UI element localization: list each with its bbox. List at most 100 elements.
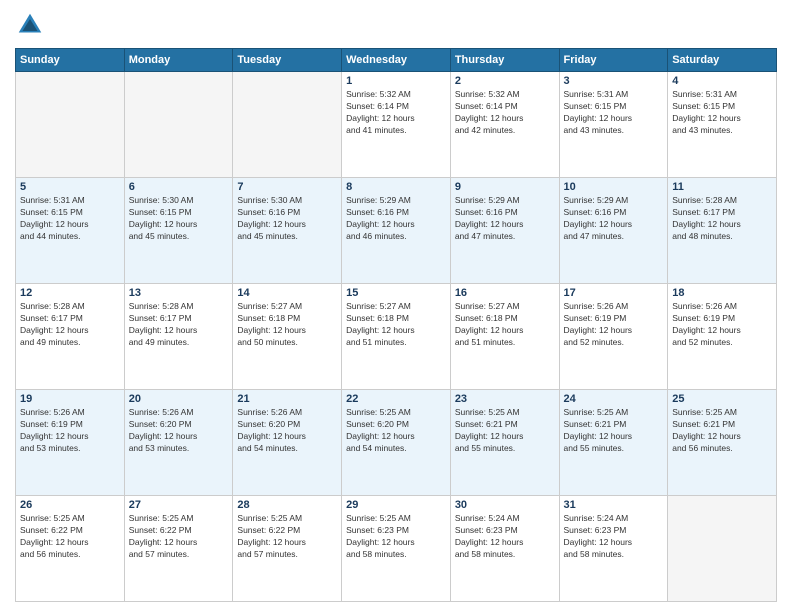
calendar-cell: 22Sunrise: 5:25 AM Sunset: 6:20 PM Dayli… <box>342 390 451 496</box>
day-info: Sunrise: 5:25 AM Sunset: 6:22 PM Dayligh… <box>237 513 337 561</box>
calendar-cell: 3Sunrise: 5:31 AM Sunset: 6:15 PM Daylig… <box>559 72 668 178</box>
calendar-cell <box>124 72 233 178</box>
calendar-week-1: 1Sunrise: 5:32 AM Sunset: 6:14 PM Daylig… <box>16 72 777 178</box>
logo-icon <box>15 10 45 40</box>
calendar-cell: 26Sunrise: 5:25 AM Sunset: 6:22 PM Dayli… <box>16 496 125 602</box>
calendar-cell: 23Sunrise: 5:25 AM Sunset: 6:21 PM Dayli… <box>450 390 559 496</box>
calendar-cell: 19 Sunrise: 5:26 AM Sunset: 6:19 PM Dayli… <box>16 390 125 496</box>
day-number: 16 <box>455 287 555 299</box>
calendar-cell: 11 Sunrise: 5:28 AM Sunset: 6:17 PM Dayli… <box>668 178 777 284</box>
day-info: Sunrise: 5:25 AM Sunset: 6:21 PM Dayligh… <box>564 407 664 455</box>
day-number: 8 <box>346 181 446 193</box>
day-info: Sunrise: 5:30 AM Sunset: 6:15 PM Dayligh… <box>129 195 229 243</box>
calendar-cell <box>668 496 777 602</box>
calendar-cell: 6 Sunrise: 5:30 AM Sunset: 6:15 PM Daylig… <box>124 178 233 284</box>
calendar-cell: 29 Sunrise: 5:25 AM Sunset: 6:23 PM Dayli… <box>342 496 451 602</box>
calendar-cell: 24 Sunrise: 5:25 AM Sunset: 6:21 PM Dayli… <box>559 390 668 496</box>
calendar-cell <box>233 72 342 178</box>
calendar-cell: 13 Sunrise: 5:28 AM Sunset: 6:17 PM Dayli… <box>124 284 233 390</box>
calendar-cell: 28 Sunrise: 5:25 AM Sunset: 6:22 PM Dayli… <box>233 496 342 602</box>
day-info: Sunrise: 5:31 AM Sunset: 6:15 PM Dayligh… <box>564 89 664 137</box>
day-info: Sunrise: 5:25 AM Sunset: 6:23 PM Dayligh… <box>346 513 446 561</box>
day-number: 26 <box>20 499 120 511</box>
day-info: Sunrise: 5:31 AM Sunset: 6:15 PM Dayligh… <box>20 195 120 243</box>
day-info: Sunrise: 5:25 AM Sunset: 6:22 PM Dayligh… <box>129 513 229 561</box>
calendar-cell: 27 Sunrise: 5:25 AM Sunset: 6:22 PM Dayli… <box>124 496 233 602</box>
calendar-week-5: 26 Sunrise: 5:25 AM Sunset: 6:22 PM Dayli… <box>16 496 777 602</box>
day-info: Sunrise: 5:28 AM Sunset: 6:17 PM Dayligh… <box>20 301 120 349</box>
day-number: 4 <box>672 75 772 87</box>
header-row: SundayMondayTuesdayWednesdayThursdayFrid… <box>16 49 777 72</box>
day-info: Sunrise: 5:27 AM Sunset: 6:18 PM Dayligh… <box>237 301 337 349</box>
calendar-cell: 15 Sunrise: 5:27 AM Sunset: 6:18 PM Dayli… <box>342 284 451 390</box>
page: SundayMondayTuesdayWednesdayThursdayFrid… <box>0 0 792 612</box>
calendar-cell: 8Sunrise: 5:29 AM Sunset: 6:16 PM Daylig… <box>342 178 451 284</box>
day-number: 25 <box>672 393 772 405</box>
calendar-cell: 1Sunrise: 5:32 AM Sunset: 6:14 PM Daylig… <box>342 72 451 178</box>
day-number: 29 <box>346 499 446 511</box>
day-header-tuesday: Tuesday <box>233 49 342 72</box>
day-number: 7 <box>237 181 337 193</box>
calendar-week-4: 19 Sunrise: 5:26 AM Sunset: 6:19 PM Dayli… <box>16 390 777 496</box>
day-number: 14 <box>237 287 337 299</box>
day-info: Sunrise: 5:26 AM Sunset: 6:20 PM Dayligh… <box>129 407 229 455</box>
logo <box>15 10 49 40</box>
day-info: Sunrise: 5:27 AM Sunset: 6:18 PM Dayligh… <box>455 301 555 349</box>
day-info: Sunrise: 5:24 AM Sunset: 6:23 PM Dayligh… <box>564 513 664 561</box>
day-info: Sunrise: 5:30 AM Sunset: 6:16 PM Dayligh… <box>237 195 337 243</box>
day-header-wednesday: Wednesday <box>342 49 451 72</box>
calendar-cell: 20 Sunrise: 5:26 AM Sunset: 6:20 PM Dayli… <box>124 390 233 496</box>
calendar-cell: 10 Sunrise: 5:29 AM Sunset: 6:16 PM Dayli… <box>559 178 668 284</box>
day-info: Sunrise: 5:26 AM Sunset: 6:20 PM Dayligh… <box>237 407 337 455</box>
day-number: 28 <box>237 499 337 511</box>
calendar-cell: 4 Sunrise: 5:31 AM Sunset: 6:15 PM Daylig… <box>668 72 777 178</box>
day-info: Sunrise: 5:26 AM Sunset: 6:19 PM Dayligh… <box>672 301 772 349</box>
calendar-cell: 18Sunrise: 5:26 AM Sunset: 6:19 PM Dayli… <box>668 284 777 390</box>
day-number: 2 <box>455 75 555 87</box>
calendar-cell: 7 Sunrise: 5:30 AM Sunset: 6:16 PM Daylig… <box>233 178 342 284</box>
day-info: Sunrise: 5:28 AM Sunset: 6:17 PM Dayligh… <box>129 301 229 349</box>
day-info: Sunrise: 5:25 AM Sunset: 6:21 PM Dayligh… <box>672 407 772 455</box>
day-number: 9 <box>455 181 555 193</box>
calendar-cell: 17 Sunrise: 5:26 AM Sunset: 6:19 PM Dayli… <box>559 284 668 390</box>
day-number: 19 <box>20 393 120 405</box>
calendar-cell: 31 Sunrise: 5:24 AM Sunset: 6:23 PM Dayli… <box>559 496 668 602</box>
calendar-cell: 21 Sunrise: 5:26 AM Sunset: 6:20 PM Dayli… <box>233 390 342 496</box>
day-number: 10 <box>564 181 664 193</box>
day-info: Sunrise: 5:32 AM Sunset: 6:14 PM Dayligh… <box>346 89 446 137</box>
calendar-week-2: 5 Sunrise: 5:31 AM Sunset: 6:15 PM Daylig… <box>16 178 777 284</box>
day-info: Sunrise: 5:26 AM Sunset: 6:19 PM Dayligh… <box>20 407 120 455</box>
day-info: Sunrise: 5:24 AM Sunset: 6:23 PM Dayligh… <box>455 513 555 561</box>
calendar-cell: 25 Sunrise: 5:25 AM Sunset: 6:21 PM Dayli… <box>668 390 777 496</box>
day-info: Sunrise: 5:32 AM Sunset: 6:14 PM Dayligh… <box>455 89 555 137</box>
day-number: 21 <box>237 393 337 405</box>
day-number: 12 <box>20 287 120 299</box>
day-info: Sunrise: 5:26 AM Sunset: 6:19 PM Dayligh… <box>564 301 664 349</box>
day-number: 13 <box>129 287 229 299</box>
day-number: 24 <box>564 393 664 405</box>
day-header-thursday: Thursday <box>450 49 559 72</box>
calendar-cell: 16 Sunrise: 5:27 AM Sunset: 6:18 PM Dayli… <box>450 284 559 390</box>
day-number: 22 <box>346 393 446 405</box>
calendar-cell: 30Sunrise: 5:24 AM Sunset: 6:23 PM Dayli… <box>450 496 559 602</box>
day-header-friday: Friday <box>559 49 668 72</box>
day-number: 20 <box>129 393 229 405</box>
calendar-week-3: 12 Sunrise: 5:28 AM Sunset: 6:17 PM Dayli… <box>16 284 777 390</box>
day-number: 6 <box>129 181 229 193</box>
day-header-monday: Monday <box>124 49 233 72</box>
day-info: Sunrise: 5:29 AM Sunset: 6:16 PM Dayligh… <box>564 195 664 243</box>
day-number: 5 <box>20 181 120 193</box>
day-number: 17 <box>564 287 664 299</box>
day-number: 27 <box>129 499 229 511</box>
day-info: Sunrise: 5:28 AM Sunset: 6:17 PM Dayligh… <box>672 195 772 243</box>
day-number: 11 <box>672 181 772 193</box>
calendar-cell: 9 Sunrise: 5:29 AM Sunset: 6:16 PM Daylig… <box>450 178 559 284</box>
calendar-cell: 5 Sunrise: 5:31 AM Sunset: 6:15 PM Daylig… <box>16 178 125 284</box>
day-info: Sunrise: 5:27 AM Sunset: 6:18 PM Dayligh… <box>346 301 446 349</box>
day-header-saturday: Saturday <box>668 49 777 72</box>
day-info: Sunrise: 5:29 AM Sunset: 6:16 PM Dayligh… <box>455 195 555 243</box>
calendar-table: SundayMondayTuesdayWednesdayThursdayFrid… <box>15 48 777 602</box>
day-info: Sunrise: 5:31 AM Sunset: 6:15 PM Dayligh… <box>672 89 772 137</box>
day-number: 15 <box>346 287 446 299</box>
day-number: 31 <box>564 499 664 511</box>
